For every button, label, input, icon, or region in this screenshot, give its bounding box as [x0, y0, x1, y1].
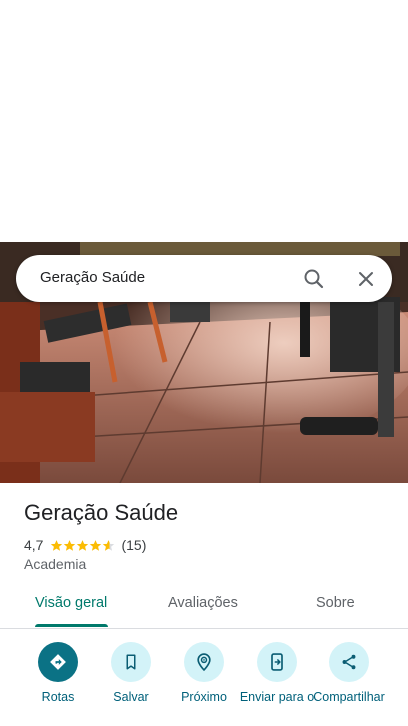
- close-icon[interactable]: [354, 267, 378, 291]
- tab-about[interactable]: Sobre: [316, 595, 355, 611]
- share-button[interactable]: Compartilhar: [311, 642, 387, 704]
- half-star-icon: [103, 539, 115, 551]
- rating-row[interactable]: 4,7 (15): [24, 536, 146, 554]
- share-label: Compartilhar: [313, 690, 385, 704]
- rating-stars: [50, 539, 115, 552]
- directions-icon: [38, 642, 78, 682]
- nearby-label: Próximo: [181, 690, 227, 704]
- tab-bar: Visão geral Avaliações Sobre: [0, 583, 408, 629]
- share-icon: [329, 642, 369, 682]
- star-icon: [77, 539, 89, 551]
- directions-label: Rotas: [41, 690, 75, 704]
- star-icon: [90, 539, 102, 551]
- send-to-phone-icon: [257, 642, 297, 682]
- tab-overview[interactable]: Visão geral: [35, 595, 107, 611]
- save-button[interactable]: Salvar: [93, 642, 169, 704]
- map-blank-area: [0, 0, 408, 242]
- place-title: Geração Saúde: [24, 500, 179, 525]
- tab-reviews[interactable]: Avaliações: [168, 595, 238, 611]
- star-icon: [51, 539, 63, 551]
- bookmark-icon: [111, 642, 151, 682]
- send-to-phone-button[interactable]: Enviar para o: [239, 642, 315, 704]
- search-input[interactable]: Geração Saúde: [40, 269, 145, 286]
- directions-button[interactable]: Rotas: [20, 642, 96, 704]
- active-tab-indicator: [35, 624, 108, 627]
- star-icon: [64, 539, 76, 551]
- save-label: Salvar: [113, 690, 149, 704]
- search-icon[interactable]: [302, 267, 326, 291]
- reviews-count: (15): [121, 537, 147, 553]
- rating-value: 4,7: [24, 537, 44, 553]
- nearby-button[interactable]: Próximo: [166, 642, 242, 704]
- send-to-phone-label: Enviar para o: [239, 690, 315, 704]
- place-category: Academia: [24, 556, 87, 572]
- nearby-icon: [184, 642, 224, 682]
- search-bar[interactable]: Geração Saúde: [16, 255, 392, 302]
